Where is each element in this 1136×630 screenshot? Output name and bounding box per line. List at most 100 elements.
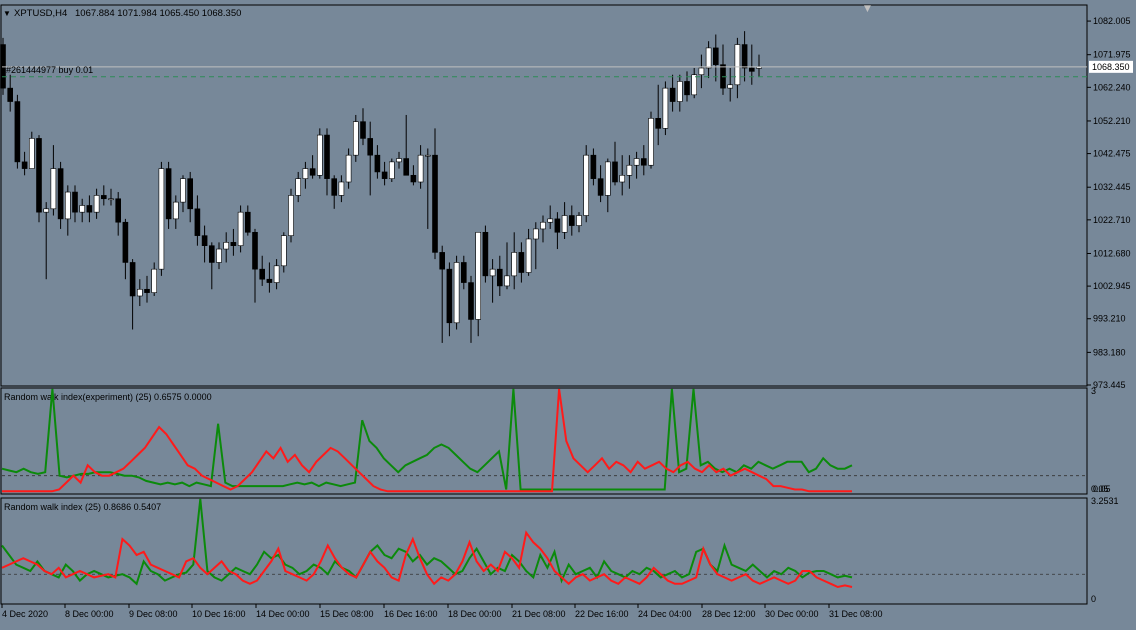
candle-bear <box>590 154 597 179</box>
candle-bear <box>640 158 647 166</box>
price-tick-label: 1022.710 <box>1093 215 1131 225</box>
candle-bull <box>316 134 323 176</box>
indicator2-series <box>1 498 853 589</box>
candle-bull <box>734 44 741 86</box>
indicator1-pane-frame <box>0 387 1088 495</box>
time-tick-label: 31 Dec 08:00 <box>829 609 883 619</box>
candle-bull <box>223 242 229 250</box>
indicator-tick-label: 3 <box>1091 386 1096 396</box>
current-price-label: 1068.350 <box>1092 62 1130 72</box>
candle-bull <box>424 154 431 157</box>
green-series-line <box>1 388 853 491</box>
candle-bear <box>245 211 251 233</box>
candle-bear <box>554 218 561 233</box>
candle-bull <box>28 138 35 169</box>
candle-bull <box>295 178 302 196</box>
candle-bull <box>345 154 352 183</box>
candle-bear <box>86 205 93 213</box>
candle-bull <box>93 195 100 213</box>
price-tick-label: 1042.475 <box>1093 149 1131 159</box>
candle-bear <box>403 158 410 176</box>
candle-bear <box>439 252 446 270</box>
candle-bear <box>331 178 338 196</box>
shift-marker-icon[interactable]: ▼ <box>864 4 871 14</box>
candle-bear <box>0 44 6 89</box>
candle-bull <box>288 195 294 236</box>
candle-bull <box>453 262 460 324</box>
candle-bull <box>151 268 157 293</box>
candle-bear <box>712 47 719 65</box>
time-tick-label: 28 Dec 12:00 <box>702 609 756 619</box>
price-tick-label: 983.180 <box>1093 347 1126 357</box>
candle-bull <box>705 47 712 69</box>
candle-bull <box>525 238 532 273</box>
candle-bull <box>173 201 179 220</box>
price-tick-label: 1062.240 <box>1093 82 1131 92</box>
price-tick-label: 1052.210 <box>1093 116 1131 126</box>
candle-bear <box>36 138 42 213</box>
candle-bull <box>273 265 280 283</box>
candlestick-series <box>0 31 762 343</box>
candle-bull <box>547 218 554 223</box>
candle-bull <box>280 235 287 267</box>
red-series-line <box>1 530 853 589</box>
candle-bull <box>698 67 705 76</box>
candle-bear <box>324 134 330 179</box>
candle-bear <box>460 262 467 283</box>
candle-bear <box>122 221 129 263</box>
candle-bull <box>691 74 698 96</box>
candle-bull <box>237 211 244 246</box>
trading-chart[interactable]: 1082.005 1071.975 1062.240 1052.210 1042.475… <box>0 0 1136 630</box>
candle-bull <box>511 252 518 277</box>
ohlc-readout: 1067.884 1071.984 1065.450 1068.350 <box>75 8 241 19</box>
candle-bull <box>648 118 654 166</box>
time-tick-label: 14 Dec 00:00 <box>256 609 310 619</box>
candle-bull <box>43 208 50 213</box>
candle-bull <box>583 154 590 216</box>
candle-bear <box>482 231 489 277</box>
price-tick-label: 1012.680 <box>1093 248 1131 258</box>
candle-bull <box>489 268 496 277</box>
candle-bear <box>57 168 64 220</box>
time-tick-label: 30 Dec 00:00 <box>765 609 819 619</box>
candle-bear <box>266 278 273 283</box>
time-tick-label: 4 Dec 2020 <box>2 609 48 619</box>
price-tick-label: 993.210 <box>1093 314 1126 324</box>
candle-bull <box>532 228 539 240</box>
time-tick-label: 22 Dec 16:00 <box>575 609 629 619</box>
candle-bear <box>669 87 676 102</box>
candle-bear <box>129 262 136 297</box>
candle-bull <box>727 84 734 89</box>
time-tick-label: 24 Dec 04:00 <box>638 609 692 619</box>
indicator2-axis: 3.2531 0 <box>2 496 1119 604</box>
candle-bull <box>158 168 165 270</box>
candle-bull <box>540 221 546 230</box>
candle-bear <box>259 268 266 280</box>
candle-bull <box>388 161 395 179</box>
candle-bear <box>230 242 237 246</box>
candle-bull <box>662 87 669 129</box>
symbol-title: XPTUSD,H4 <box>14 8 67 19</box>
candle-bear <box>252 231 258 270</box>
candle-bear <box>209 245 215 263</box>
candle-bull <box>676 81 683 102</box>
candle-bull <box>137 288 143 297</box>
candle-bull <box>65 191 71 220</box>
indicator-tick-label: 0.05 <box>1093 484 1111 494</box>
candle-bull <box>79 205 85 213</box>
price-tick-label: 1082.005 <box>1093 16 1131 26</box>
dropdown-triangle-icon[interactable]: ▼ <box>3 9 11 18</box>
candle-bull <box>475 231 482 320</box>
candle-bear <box>655 118 662 129</box>
candle-bear <box>144 288 150 293</box>
candle-bear <box>14 101 21 163</box>
candle-bear <box>115 198 121 223</box>
candle-bear <box>410 174 417 183</box>
candle-bear <box>72 191 78 213</box>
candle-bear <box>21 161 28 169</box>
candle-bear <box>748 67 755 72</box>
indicator2-pane-frame <box>0 497 1088 605</box>
candle-bull <box>216 248 222 263</box>
candle-bear <box>374 154 381 173</box>
candle-bear <box>360 121 366 139</box>
